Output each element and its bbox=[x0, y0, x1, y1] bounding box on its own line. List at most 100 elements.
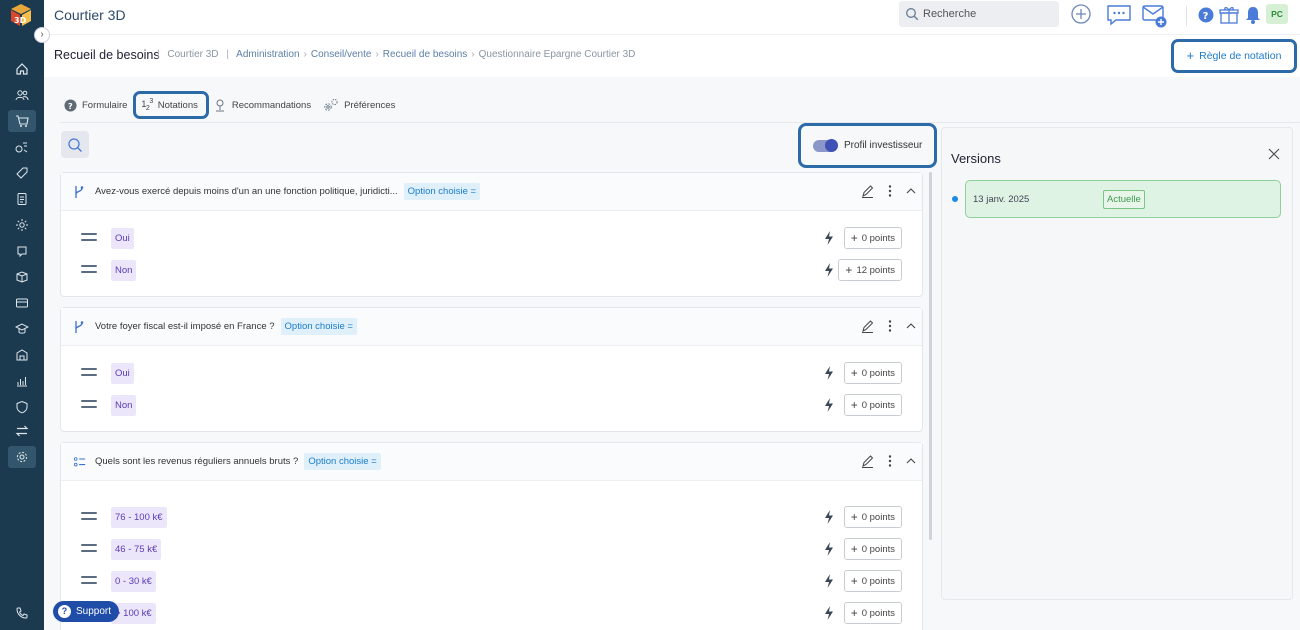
svg-text:?: ? bbox=[68, 100, 73, 110]
points-button[interactable]: +0 points bbox=[843, 506, 902, 528]
sidebar-item-compliance[interactable] bbox=[8, 396, 36, 418]
breadcrumb-bar: Recueil de besoins | Courtier 3D | Admin… bbox=[44, 36, 1300, 76]
search-icon bbox=[906, 8, 919, 21]
drag-handle-icon[interactable] bbox=[81, 512, 97, 524]
option-row: Non +0 points bbox=[61, 389, 922, 421]
sidebar-item-training[interactable] bbox=[8, 318, 36, 340]
more-vertical-icon[interactable] bbox=[888, 320, 892, 332]
toolbar-divider bbox=[1186, 6, 1187, 26]
sidebar-item-phone[interactable] bbox=[8, 602, 36, 624]
breadcrumb-separator: › bbox=[471, 49, 475, 60]
avatar[interactable]: PC bbox=[1266, 4, 1288, 24]
drag-handle-icon[interactable] bbox=[81, 265, 97, 277]
sidebar-item-payments[interactable] bbox=[8, 292, 36, 314]
breadcrumb-item[interactable]: Recueil de besoins bbox=[383, 49, 468, 60]
sidebar-item-settings-gear[interactable] bbox=[8, 214, 36, 236]
close-icon[interactable] bbox=[1268, 148, 1280, 160]
courtier3d-logo-icon[interactable]: 3D bbox=[10, 3, 32, 27]
chevron-up-icon[interactable] bbox=[906, 187, 916, 195]
option-label: Non bbox=[111, 260, 137, 281]
versions-panel: Versions 13 janv. 2025 Actuelle bbox=[941, 127, 1293, 600]
bolt-icon[interactable] bbox=[824, 366, 834, 380]
points-button[interactable]: +0 points bbox=[843, 570, 902, 592]
add-rating-rule-button[interactable]: + Règle de notation bbox=[1171, 39, 1297, 73]
drag-handle-icon[interactable] bbox=[81, 368, 97, 380]
sidebar: 3D › bbox=[0, 0, 50, 630]
tab-formulaire[interactable]: ? Formulaire bbox=[64, 91, 127, 119]
top-bar: Courtier 3D Recherche ? PC bbox=[44, 0, 1300, 35]
add-circle-icon[interactable] bbox=[1071, 4, 1091, 24]
points-button[interactable]: +0 points bbox=[843, 394, 902, 416]
breadcrumb-item[interactable]: Administration bbox=[236, 49, 299, 60]
sidebar-item-tags[interactable] bbox=[8, 162, 36, 184]
option-row: 0 - 30 k€ +0 points bbox=[61, 565, 922, 597]
drag-handle-icon[interactable] bbox=[81, 544, 97, 556]
profile-investor-toggle[interactable]: Profil investisseur bbox=[798, 123, 937, 168]
help-icon[interactable]: ? bbox=[1198, 7, 1214, 23]
sidebar-item-brain[interactable] bbox=[8, 240, 36, 262]
points-button[interactable]: +0 points bbox=[843, 362, 902, 384]
option-label: Oui bbox=[111, 228, 134, 249]
bolt-icon[interactable] bbox=[824, 398, 834, 412]
chevron-up-icon[interactable] bbox=[906, 322, 916, 330]
points-button[interactable]: +0 points bbox=[843, 227, 902, 249]
bell-icon[interactable] bbox=[1244, 5, 1262, 25]
option-label: 0 - 30 k€ bbox=[111, 571, 156, 592]
sidebar-item-sales[interactable] bbox=[8, 110, 36, 132]
sidebar-item-agency[interactable] bbox=[8, 344, 36, 366]
bolt-icon[interactable] bbox=[824, 574, 834, 588]
points-button[interactable]: +0 points bbox=[843, 602, 902, 624]
sidebar-item-settings[interactable] bbox=[8, 446, 36, 468]
tab-recommandations[interactable]: Recommandations bbox=[213, 91, 311, 119]
plus-icon: + bbox=[845, 263, 853, 277]
question-circle-icon: ? bbox=[64, 98, 77, 112]
questions-scrollbar[interactable] bbox=[929, 172, 932, 540]
bolt-icon[interactable] bbox=[824, 510, 834, 524]
breadcrumb-current: Questionnaire Epargne Courtier 3D bbox=[478, 49, 636, 60]
breadcrumb-item[interactable]: Conseil/vente bbox=[311, 49, 372, 60]
gift-icon[interactable] bbox=[1219, 5, 1239, 25]
breadcrumb-separator: › bbox=[303, 49, 307, 60]
question-title: Votre foyer fiscal est-il imposé en Fran… bbox=[95, 321, 275, 332]
sidebar-item-transfers[interactable] bbox=[8, 420, 36, 442]
option-badge[interactable]: Option choisie = bbox=[304, 453, 381, 470]
support-button[interactable]: ? Support bbox=[53, 601, 120, 622]
breadcrumb-divider: | bbox=[226, 49, 229, 60]
sidebar-item-clients[interactable] bbox=[8, 84, 36, 106]
bolt-icon[interactable] bbox=[824, 606, 834, 620]
box-icon bbox=[16, 271, 28, 283]
points-button[interactable]: +0 points bbox=[843, 538, 902, 560]
sidebar-item-documents[interactable] bbox=[8, 188, 36, 210]
collapse-sidebar-button[interactable]: › bbox=[34, 27, 50, 43]
tab-notations[interactable]: 123 Notations bbox=[133, 91, 209, 119]
drag-handle-icon[interactable] bbox=[81, 576, 97, 588]
edit-icon[interactable] bbox=[861, 184, 874, 198]
toggle-switch[interactable] bbox=[813, 138, 838, 152]
chat-icon[interactable] bbox=[1106, 3, 1132, 27]
sidebar-item-tasks[interactable] bbox=[8, 136, 36, 158]
version-item[interactable]: 13 janv. 2025 Actuelle bbox=[965, 180, 1281, 218]
more-vertical-icon[interactable] bbox=[888, 185, 892, 197]
search-input[interactable]: Recherche bbox=[899, 1, 1059, 27]
more-vertical-icon[interactable] bbox=[888, 455, 892, 467]
chevron-up-icon[interactable] bbox=[906, 457, 916, 465]
drag-handle-icon[interactable] bbox=[81, 233, 97, 245]
breadcrumb-item[interactable]: Courtier 3D bbox=[167, 49, 218, 60]
sidebar-item-home[interactable] bbox=[8, 58, 36, 80]
bolt-icon[interactable] bbox=[824, 263, 834, 277]
bolt-icon[interactable] bbox=[824, 231, 834, 245]
option-badge[interactable]: Option choisie = bbox=[280, 318, 357, 335]
sidebar-item-stats[interactable] bbox=[8, 370, 36, 392]
edit-icon[interactable] bbox=[861, 454, 874, 468]
sidebar-item-products[interactable] bbox=[8, 266, 36, 288]
search-toggle-button[interactable] bbox=[61, 131, 89, 158]
bolt-icon[interactable] bbox=[824, 542, 834, 556]
mail-add-icon[interactable] bbox=[1141, 2, 1169, 30]
edit-icon[interactable] bbox=[861, 319, 874, 333]
drag-handle-icon[interactable] bbox=[81, 400, 97, 412]
option-badge[interactable]: Option choisie = bbox=[403, 183, 481, 200]
option-row: 46 - 75 k€ +0 points bbox=[61, 533, 922, 565]
points-button[interactable]: +12 points bbox=[838, 259, 902, 281]
support-label: Support bbox=[76, 606, 112, 617]
tab-preferences[interactable]: Préférences bbox=[323, 91, 395, 119]
